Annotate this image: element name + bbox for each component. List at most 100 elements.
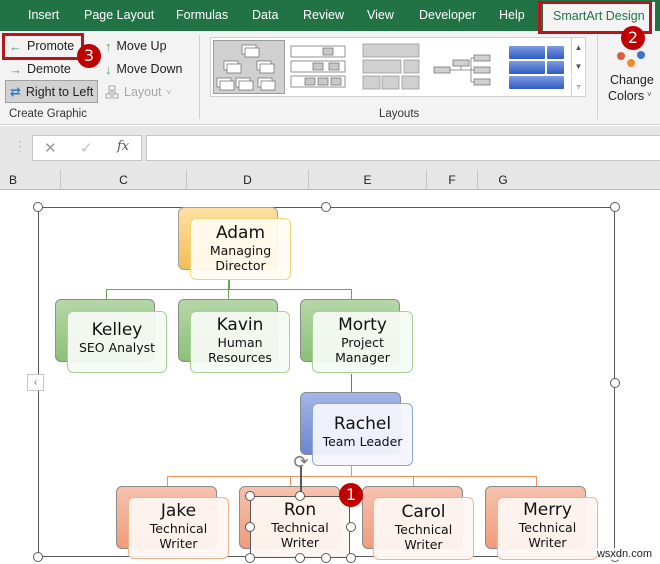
insert-function-icon[interactable]: fx [117,139,129,154]
right-to-left-label: Right to Left [25,84,94,99]
layout-horizontal-hierarchy[interactable] [433,40,505,94]
create-graphic-group-label: Create Graphic [9,108,87,120]
tab-review[interactable]: Review [303,0,344,31]
layouts-group-label: Layouts [379,108,420,120]
resize-handle[interactable] [295,491,305,501]
column-header-d[interactable]: D [187,170,309,190]
node-name: Ron [283,500,317,520]
column-header-c[interactable]: C [61,170,187,190]
gallery-scroll-down-button[interactable]: ▼ [571,57,585,76]
rotate-icon[interactable]: ⟳ [291,452,311,472]
move-up-button[interactable]: ↑ Move Up [101,36,171,56]
node-title: Writer [528,535,567,550]
layouts-gallery: ▲ ▼ ▿ [210,37,586,97]
resize-handle[interactable] [346,553,356,563]
tab-help[interactable]: Help [499,0,525,31]
node-name: Kavin [216,315,264,335]
tab-insert[interactable]: Insert [28,0,59,31]
resize-handle[interactable] [245,491,255,501]
node-shape-front: Morty Project Manager [312,311,413,373]
node-shape-front: Rachel Team Leader [312,403,413,466]
tab-data[interactable]: Data [252,0,278,31]
node-shape-front: Kavin Human Resources [190,311,290,373]
resize-handle[interactable] [33,202,43,212]
formula-buttons: ✕ ✓ fx [32,135,142,161]
connector-line [536,476,537,486]
name-title-chart-thumbnail-icon [290,45,346,88]
layout-organization-chart[interactable] [213,40,285,94]
node-title: Technical [518,520,577,535]
move-up-label: Move Up [116,39,167,53]
architecture-thumbnail-icon [509,46,564,89]
arrow-up-icon: ↑ [105,38,112,54]
node-title: Resources [208,350,272,365]
node-name: Rachel [333,414,392,434]
node-title: Director [215,258,266,273]
org-layout-icon [105,85,119,99]
layout-dropdown[interactable]: Layout ˅ [101,82,175,102]
resize-handle[interactable] [610,378,620,388]
node-shape-front: Kelley SEO Analyst [67,311,167,373]
resize-handle[interactable] [346,522,356,532]
tab-developer[interactable]: Developer [419,0,476,31]
layout-architecture[interactable] [507,40,567,94]
tab-formulas[interactable]: Formulas [176,0,228,31]
node-title: Managing [209,243,272,258]
resize-handle[interactable] [610,202,620,212]
right-to-left-button[interactable]: ⇄ Right to Left [5,80,99,103]
connector-line [351,289,352,299]
resize-handle[interactable] [321,202,331,212]
node-title: Technical [149,521,208,536]
column-header-g[interactable]: G [478,170,528,190]
node-shape-front: Ron Technical Writer [250,496,350,558]
connector-line [167,476,168,486]
resize-handle[interactable] [245,553,255,563]
connector-line [228,289,229,299]
connector-line [413,476,414,486]
resize-handle[interactable] [295,553,305,563]
resize-handle[interactable] [321,553,331,563]
tab-view[interactable]: View [367,0,394,31]
node-name: Kelley [91,320,143,340]
resize-handle[interactable] [33,552,43,562]
annotation-badge: 3 [77,44,101,68]
move-down-label: Move Down [116,62,183,76]
column-header-b[interactable]: B [0,170,61,190]
table-hierarchy-thumbnail-icon [362,43,420,90]
gallery-more-button[interactable]: ▿ [571,77,585,97]
watermark: wsxdn.com [596,548,652,560]
node-title: Writer [280,535,320,550]
chevron-down-icon: ˅ [647,90,652,99]
tab-page-layout[interactable]: Page Layout [84,0,154,31]
column-header-e[interactable]: E [309,170,427,190]
grip-dots-icon: ⋮ [13,138,27,154]
demote-button[interactable]: → Demote [5,59,75,79]
text-pane-toggle-button[interactable]: ‹ [27,374,44,391]
change-colors-button[interactable]: Change Colors ˅ [600,43,660,123]
node-title: Human [217,335,263,350]
node-title: Writer [159,536,198,551]
change-colors-label-2: Colors [608,89,645,103]
node-shape-front: Jake Technical Writer [128,497,229,559]
node-title: Technical [271,520,329,535]
resize-handle[interactable] [245,522,255,532]
horizontal-hierarchy-thumbnail-icon [433,54,491,86]
node-shape-front: Adam Managing Director [190,218,291,280]
node-name: Adam [215,223,266,243]
node-title: SEO Analyst [78,340,156,355]
cancel-icon[interactable]: ✕ [44,139,57,157]
layout-table-hierarchy[interactable] [361,40,431,94]
column-header-f[interactable]: F [427,170,478,190]
formula-input[interactable] [146,135,660,161]
swap-arrows-icon: ⇄ [10,83,21,99]
chevron-down-icon: ˅ [166,87,172,97]
enter-icon[interactable]: ✓ [80,139,93,157]
layout-label: Layout [124,85,162,99]
layout-name-and-title-org-chart[interactable] [289,40,359,94]
node-name: Jake [160,501,197,521]
connector-line [351,374,352,394]
connector-line [167,476,536,477]
gallery-scroll-up-button[interactable]: ▲ [571,38,585,57]
connector-line [290,476,291,486]
move-down-button[interactable]: ↓ Move Down [101,59,187,79]
